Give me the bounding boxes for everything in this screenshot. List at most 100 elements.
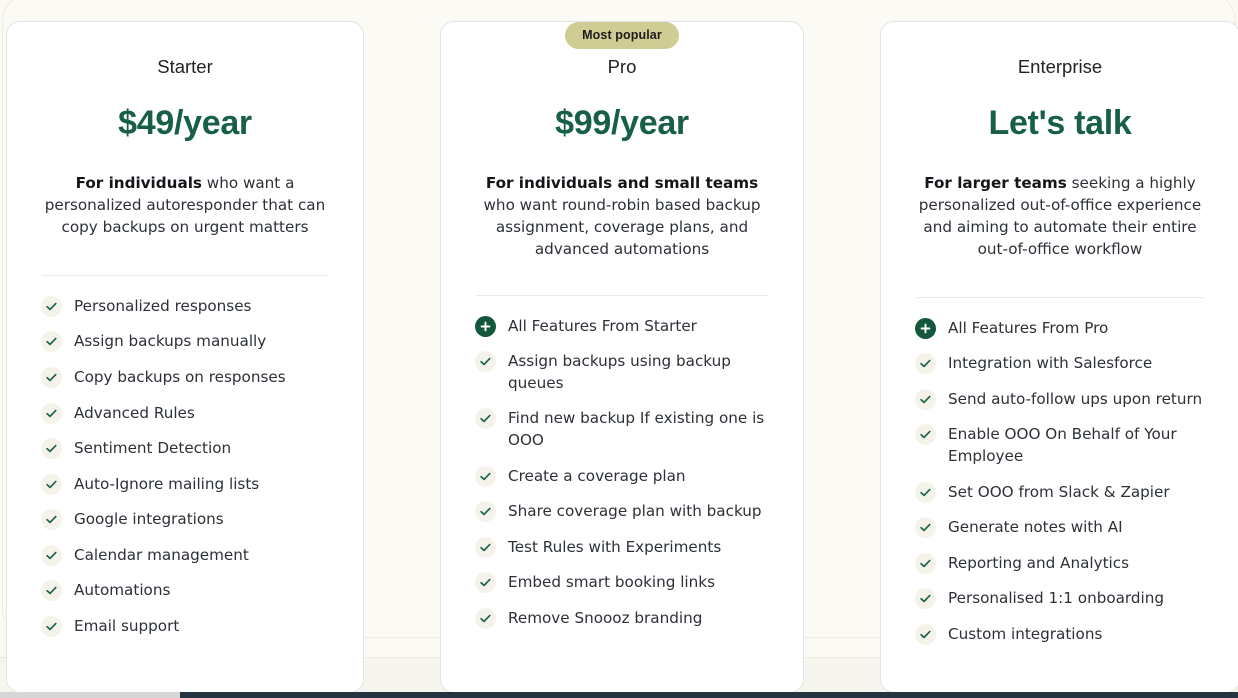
feature-item: Automations xyxy=(31,579,339,602)
plus-icon xyxy=(915,317,936,339)
feature-item: Embed smart booking links xyxy=(465,571,779,594)
feature-label: Reporting and Analytics xyxy=(948,553,1130,572)
feature-label: Sentiment Detection xyxy=(74,439,232,458)
feature-label: Embed smart booking links xyxy=(508,573,715,592)
most-popular-badge: Most popular xyxy=(565,22,679,49)
pricing-card-body: Enterprise Let's talk For larger teams see… xyxy=(881,56,1238,692)
check-icon xyxy=(475,536,496,558)
feature-label: Google integrations xyxy=(74,510,224,529)
feature-list: All Features From Starter Assign backups … xyxy=(465,315,779,630)
plan-price: $99/year xyxy=(555,104,689,143)
check-icon xyxy=(915,517,936,539)
feature-item: Email support xyxy=(31,615,339,638)
feature-item: Test Rules with Experiments xyxy=(465,536,779,559)
card-divider xyxy=(916,296,1204,298)
feature-label: Email support xyxy=(74,617,180,636)
feature-item: Personalised 1:1 onboarding xyxy=(905,587,1215,610)
feature-label: Enable OOO On Behalf of Your Employee xyxy=(948,425,1177,466)
check-icon xyxy=(915,481,936,503)
feature-list: Personalized responses Assign backups man… xyxy=(31,295,339,638)
feature-label: Auto-Ignore mailing lists xyxy=(74,474,260,493)
feature-label: Assign backups using backup queues xyxy=(508,352,731,392)
check-icon xyxy=(41,509,62,531)
card-divider xyxy=(42,274,328,276)
check-icon xyxy=(475,408,496,430)
plan-description: For larger teams seeking a highly person… xyxy=(905,173,1215,261)
feature-label: Generate notes with AI xyxy=(948,518,1123,537)
feature-label: Test Rules with Experiments xyxy=(508,537,722,556)
plan-description-rest: who want round-robin based backup assign… xyxy=(483,196,761,258)
pricing-plans-row: Starter $49/year For individuals who want … xyxy=(0,0,1238,693)
check-icon xyxy=(915,388,936,410)
plan-price: $49/year xyxy=(118,104,252,143)
plan-name: Starter xyxy=(157,56,213,77)
feature-label: Personalised 1:1 onboarding xyxy=(948,589,1165,608)
plan-price: Let's talk xyxy=(988,104,1132,143)
feature-item: Advanced Rules xyxy=(31,402,339,425)
feature-item: Reporting and Analytics xyxy=(905,552,1215,575)
check-icon xyxy=(475,501,496,523)
plan-name: Enterprise xyxy=(1017,56,1103,77)
check-icon xyxy=(915,588,936,610)
feature-item: Remove Snoooz branding xyxy=(465,607,779,630)
plan-description: For individuals and small teams who want… xyxy=(465,173,779,261)
horizontal-scrollbar-thumb[interactable] xyxy=(180,692,1238,698)
card-divider xyxy=(476,294,768,296)
feature-label: Integration with Salesforce xyxy=(948,354,1153,373)
feature-item: Find new backup If existing one is OOO xyxy=(465,407,779,451)
check-icon xyxy=(475,465,496,487)
check-icon xyxy=(41,580,62,602)
feature-label: All Features From Pro xyxy=(948,318,1109,337)
feature-label: Create a coverage plan xyxy=(508,466,686,485)
feature-label: Calendar management xyxy=(74,545,249,564)
feature-label: Personalized responses xyxy=(74,296,252,315)
feature-item: Generate notes with AI xyxy=(905,516,1215,539)
check-icon xyxy=(915,623,936,645)
feature-label: Assign backups manually xyxy=(74,332,267,351)
feature-label: Set OOO from Slack & Zapier xyxy=(948,482,1170,501)
feature-item: Google integrations xyxy=(31,508,339,531)
check-icon xyxy=(475,607,496,629)
pricing-card-body: Starter $49/year For individuals who want … xyxy=(7,56,363,692)
plan-description-emphasis: For larger teams xyxy=(924,174,1067,193)
check-icon xyxy=(915,424,936,446)
most-popular-badge-wrap: Most popular xyxy=(441,22,803,49)
feature-item: Copy backups on responses xyxy=(31,366,339,389)
feature-item: Auto-Ignore mailing lists xyxy=(31,473,339,496)
feature-label: Automations xyxy=(74,581,171,600)
check-icon xyxy=(41,367,62,389)
check-icon xyxy=(41,331,62,353)
check-icon xyxy=(41,295,62,317)
check-icon xyxy=(41,402,62,424)
feature-item: Sentiment Detection xyxy=(31,437,339,460)
check-icon xyxy=(915,552,936,574)
feature-item: Enable OOO On Behalf of Your Employee xyxy=(905,423,1215,467)
feature-item: Calendar management xyxy=(31,544,339,567)
feature-item: Send auto-follow ups upon return xyxy=(905,388,1215,411)
feature-item: Assign backups using backup queues xyxy=(465,350,779,394)
feature-label: Advanced Rules xyxy=(74,403,195,422)
feature-label: All Features From Starter xyxy=(508,316,697,335)
plan-description-emphasis: For individuals xyxy=(75,174,202,193)
check-icon xyxy=(915,353,936,375)
plan-name: Pro xyxy=(607,56,637,77)
plan-description-emphasis: For individuals and small teams xyxy=(485,174,759,193)
feature-item: Personalized responses xyxy=(31,295,339,318)
feature-label: Share coverage plan with backup xyxy=(508,502,762,521)
check-icon xyxy=(475,351,496,373)
check-icon xyxy=(41,544,62,566)
plus-icon xyxy=(475,315,496,337)
feature-item: Integration with Salesforce xyxy=(905,352,1215,375)
feature-label: Send auto-follow ups upon return xyxy=(948,389,1203,408)
feature-label: Find new backup If existing one is OOO xyxy=(508,409,765,450)
feature-label: Remove Snoooz branding xyxy=(508,608,703,627)
pricing-card-enterprise: Enterprise Let's talk For larger teams see… xyxy=(880,21,1238,693)
plan-description: For individuals who want a personalized … xyxy=(31,173,339,239)
feature-label: Custom integrations xyxy=(948,624,1103,643)
feature-item: Custom integrations xyxy=(905,623,1215,646)
check-icon xyxy=(41,438,62,460)
check-icon xyxy=(41,473,62,495)
feature-item: All Features From Starter xyxy=(465,315,779,338)
horizontal-scrollbar[interactable] xyxy=(0,692,1238,698)
feature-item: Create a coverage plan xyxy=(465,465,779,488)
